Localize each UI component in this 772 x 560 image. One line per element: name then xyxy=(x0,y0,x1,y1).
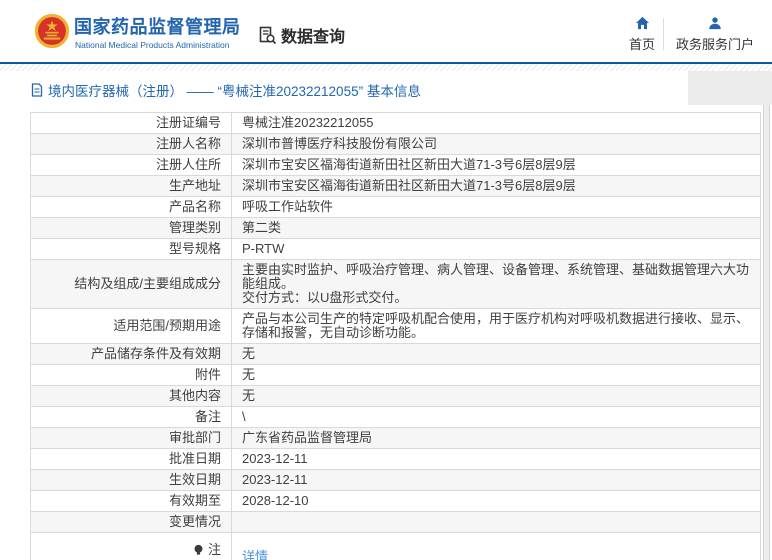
org-title-cn: 国家药品监督管理局 xyxy=(74,13,241,39)
row-value: 2023-12-11 xyxy=(232,449,760,469)
bulb-icon xyxy=(193,544,204,556)
table-row: 结构及组成/主要组成成分 主要由实时监护、呼吸治疗管理、病人管理、设备管理、系统… xyxy=(31,260,760,309)
row-label: 生产地址 xyxy=(31,176,232,196)
table-row: 备注 \ xyxy=(31,407,760,428)
nav-portal-label: 政务服务门户 xyxy=(676,34,754,53)
row-value: 广东省药品监督管理局 xyxy=(232,428,760,448)
table-row: 有效期至 2028-12-10 xyxy=(31,491,760,512)
row-label: 有效期至 xyxy=(31,491,232,511)
row-value: 无 xyxy=(232,344,760,364)
row-label: 注册人住所 xyxy=(31,155,232,175)
table-row: 产品储存条件及有效期 无 xyxy=(31,344,760,365)
data-query-label: 数据查询 xyxy=(281,23,345,47)
user-icon xyxy=(708,16,722,30)
row-label: 生效日期 xyxy=(31,470,232,490)
row-value: 主要由实时监护、呼吸治疗管理、病人管理、设备管理、系统管理、基础数据管理六大功能… xyxy=(232,260,760,308)
document-icon xyxy=(31,83,43,97)
row-value: 深圳市宝安区福海街道新田社区新田大道71-3号6层8层9层 xyxy=(232,176,760,196)
table-row: 注册人住所 深圳市宝安区福海街道新田社区新田大道71-3号6层8层9层 xyxy=(31,155,760,176)
table-row: 其他内容 无 xyxy=(31,386,760,407)
data-query-tab[interactable]: 数据查询 xyxy=(258,23,345,47)
page-title: 境内医疗器械（注册） —— “粤械注准20232212055” 基本信息 xyxy=(31,80,421,100)
table-row: 注册证编号 粤械注准20232212055 xyxy=(31,113,760,134)
row-label: 适用范围/预期用途 xyxy=(31,309,232,343)
row-value: 深圳市宝安区福海街道新田社区新田大道71-3号6层8层9层 xyxy=(232,155,760,175)
table-row: 审批部门 广东省药品监督管理局 xyxy=(31,428,760,449)
table-row: 型号规格 P-RTW xyxy=(31,239,760,260)
row-label: 型号规格 xyxy=(31,239,232,259)
row-value: P-RTW xyxy=(232,239,760,259)
decorative-stripe-band xyxy=(0,64,772,71)
table-row: 管理类别 第二类 xyxy=(31,218,760,239)
row-label: 附件 xyxy=(31,365,232,385)
table-row: 变更情况 xyxy=(31,512,760,533)
row-label: 其他内容 xyxy=(31,386,232,406)
row-label: 审批部门 xyxy=(31,428,232,448)
row-value: 呼吸工作站软件 xyxy=(232,197,760,217)
row-label: 批准日期 xyxy=(31,449,232,469)
nav-divider xyxy=(663,18,664,50)
nav-home[interactable]: 首页 xyxy=(622,16,662,53)
nmpa-data-query-page: 国家药品监督管理局 National Medical Products Admi… xyxy=(0,0,772,560)
vertical-scrollbar[interactable] xyxy=(763,105,770,560)
breadcrumb-gray-filler xyxy=(688,71,772,105)
row-value: 详情 xyxy=(232,533,760,560)
row-label: 结构及组成/主要组成成分 xyxy=(31,260,232,308)
table-row: 生产地址 深圳市宝安区福海街道新田社区新田大道71-3号6层8层9层 xyxy=(31,176,760,197)
table-row: 生效日期 2023-12-11 xyxy=(31,470,760,491)
row-value: 无 xyxy=(232,386,760,406)
row-value: 无 xyxy=(232,365,760,385)
table-row: 批准日期 2023-12-11 xyxy=(31,449,760,470)
row-label: 产品储存条件及有效期 xyxy=(31,344,232,364)
row-value: 粤械注准20232212055 xyxy=(232,113,760,133)
row-label: 管理类别 xyxy=(31,218,232,238)
row-label: 注册人名称 xyxy=(31,134,232,154)
note-details-link[interactable]: 详情 xyxy=(242,549,268,560)
national-emblem-logo xyxy=(34,13,70,49)
table-row: 产品名称 呼吸工作站软件 xyxy=(31,197,760,218)
row-value: 深圳市普博医疗科技股份有限公司 xyxy=(232,134,760,154)
nav-portal[interactable]: 政务服务门户 xyxy=(670,16,760,53)
org-title-en: National Medical Products Administration xyxy=(75,40,230,50)
table-row: 注册人名称 深圳市普博医疗科技股份有限公司 xyxy=(31,134,760,155)
row-label-text: 注 xyxy=(208,543,221,557)
row-label: 备注 xyxy=(31,407,232,427)
row-label: 注册证编号 xyxy=(31,113,232,133)
home-icon xyxy=(635,16,650,30)
table-row: 适用范围/预期用途 产品与本公司生产的特定呼吸机配合使用，用于医疗机构对呼吸机数… xyxy=(31,309,760,344)
row-label: 变更情况 xyxy=(31,512,232,532)
nav-home-label: 首页 xyxy=(629,34,655,53)
row-label: 注 xyxy=(31,533,232,560)
row-value xyxy=(232,512,760,532)
table-row: 附件 无 xyxy=(31,365,760,386)
row-value: \ xyxy=(232,407,760,427)
row-value: 第二类 xyxy=(232,218,760,238)
page-title-text: 境内医疗器械（注册） —— “粤械注准20232212055” 基本信息 xyxy=(48,80,421,100)
table-row-note: 注 详情 xyxy=(31,533,760,560)
row-value: 2028-12-10 xyxy=(232,491,760,511)
registration-info-table: 注册证编号 粤械注准20232212055 注册人名称 深圳市普博医疗科技股份有… xyxy=(30,112,761,560)
row-value: 产品与本公司生产的特定呼吸机配合使用，用于医疗机构对呼吸机数据进行接收、显示、存… xyxy=(232,309,760,343)
row-value: 2023-12-11 xyxy=(232,470,760,490)
row-label: 产品名称 xyxy=(31,197,232,217)
doc-search-icon xyxy=(258,26,277,45)
